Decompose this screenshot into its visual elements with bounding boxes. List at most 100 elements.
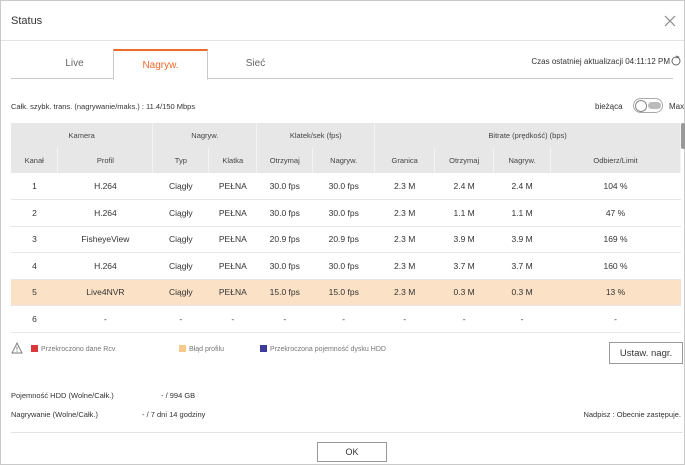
tab-live[interactable]: Live xyxy=(27,49,122,79)
col-limit: Granica xyxy=(374,148,436,173)
hdd-value: - / 994 GB xyxy=(161,391,196,400)
cell: 160 % xyxy=(550,252,681,280)
col-bitrate-record: Nagryw. xyxy=(493,148,552,173)
group-header-camera: Kamera xyxy=(11,123,154,148)
table-row[interactable]: 3 FisheyeView Ciągły PEŁNA 20.9 fps 20.9… xyxy=(11,226,681,253)
col-receive-limit: Odbierz/Limit xyxy=(550,148,681,173)
col-channel: Kanał xyxy=(11,148,59,173)
toggle-current-label: bieżąca xyxy=(595,102,623,111)
table-row-selected[interactable]: 5 Live4NVR Ciągły PEŁNA 15.0 fps 15.0 fp… xyxy=(11,279,681,306)
col-frame: Klatka xyxy=(208,148,258,173)
cell: - xyxy=(434,305,494,333)
cell: 30.0 fps xyxy=(312,252,375,280)
group-header-recording: Nagryw. xyxy=(152,123,258,148)
cell: 2.4 M xyxy=(493,173,551,200)
legend-label: Przekroczono dane Rcv xyxy=(41,346,116,353)
legend-label: Przekroczona pojemność dysku HDD xyxy=(270,346,386,353)
table-row[interactable]: 1 H.264 Ciągły PEŁNA 30.0 fps 30.0 fps 2… xyxy=(11,173,681,200)
cell: 30.0 fps xyxy=(312,173,375,200)
toggle-track xyxy=(648,102,661,109)
cell: FisheyeView xyxy=(57,226,153,253)
legend-item-profile-error: Błąd profilu xyxy=(179,345,224,353)
recording-capacity: Nagrywanie (Wolne/Całk.) - / 7 dni 14 go… xyxy=(11,410,205,419)
total-bitrate-text: Całk. szybk. trans. (nagrywanie/maks.) :… xyxy=(11,102,196,111)
warning-icon xyxy=(11,342,23,354)
cell: 2.3 M xyxy=(374,252,435,280)
col-fps-record: Nagryw. xyxy=(312,148,376,173)
close-icon[interactable] xyxy=(662,13,678,29)
cell: - xyxy=(312,305,375,333)
cell: 2.3 M xyxy=(374,279,435,306)
set-recording-button[interactable]: Ustaw. nagr. xyxy=(609,342,683,364)
cell: Live4NVR xyxy=(57,279,153,306)
current-max-toggle[interactable] xyxy=(633,98,663,113)
cell: Ciągły xyxy=(152,226,209,253)
cell: 2.3 M xyxy=(374,226,435,253)
legend-item-rcv-exceeded: Przekroczono dane Rcv xyxy=(31,345,115,353)
table-row[interactable]: 2 H.264 Ciągły PEŁNA 30.0 fps 30.0 fps 2… xyxy=(11,199,681,227)
table-row[interactable]: 6 - - - - - - - - - xyxy=(11,305,681,333)
cell: - xyxy=(374,305,435,333)
toggle-knob xyxy=(635,100,647,112)
table-scrollbar[interactable] xyxy=(681,123,685,149)
cell: - xyxy=(256,305,313,333)
cell: H.264 xyxy=(57,252,153,280)
cell: - xyxy=(493,305,551,333)
cell: 3 xyxy=(11,226,58,253)
table-row[interactable]: 4 H.264 Ciągły PEŁNA 30.0 fps 30.0 fps 2… xyxy=(11,252,681,280)
col-bitrate-receive: Otrzymaj xyxy=(434,148,495,173)
cell: 4 xyxy=(11,252,58,280)
group-header-fps: Klatek/sek (fps) xyxy=(256,123,376,148)
cell: 169 % xyxy=(550,226,681,253)
cell: 1.1 M xyxy=(434,199,494,227)
cell: 1.1 M xyxy=(493,199,551,227)
refresh-icon[interactable] xyxy=(670,55,682,67)
legend-item-hdd-exceeded: Przekroczona pojemność dysku HDD xyxy=(260,345,386,353)
toggle-max-label: Max xyxy=(669,102,685,111)
cell: 2.3 M xyxy=(374,173,435,200)
tab-network[interactable]: Sieć xyxy=(208,49,303,79)
overwrite-status: Nadpisz : Obecnie zastępuje. xyxy=(583,410,681,419)
cell: 2.4 M xyxy=(434,173,494,200)
col-type: Typ xyxy=(152,148,210,173)
cell: PEŁNA xyxy=(208,173,257,200)
cell: 13 % xyxy=(550,279,681,306)
cell: 1 xyxy=(11,173,58,200)
cell: 3.7 M xyxy=(434,252,494,280)
legend-label: Błąd profilu xyxy=(189,346,225,353)
title-bar: Status xyxy=(1,1,684,41)
cell: H.264 xyxy=(57,199,153,227)
recording-status-table: Kamera Nagryw. Klatek/sek (fps) Bitrate … xyxy=(11,123,681,333)
cell: 20.9 fps xyxy=(256,226,313,253)
cell: 3.7 M xyxy=(493,252,551,280)
cell: 2.3 M xyxy=(374,199,435,227)
blue-square-icon xyxy=(260,345,267,352)
hdd-label: Pojemność HDD (Wolne/Całk.) xyxy=(11,391,114,400)
tab-recording[interactable]: Nagryw. xyxy=(113,49,208,80)
hdd-capacity: Pojemność HDD (Wolne/Całk.) - / 994 GB xyxy=(11,391,195,400)
col-profile: Profil xyxy=(57,148,154,173)
status-dialog: Status Live Nagryw. Sieć Czas ostatniej … xyxy=(0,0,685,465)
cell: 3.9 M xyxy=(493,226,551,253)
footer-divider xyxy=(11,432,683,433)
cell: 15.0 fps xyxy=(256,279,313,306)
cell: H.264 xyxy=(57,173,153,200)
col-fps-receive: Otrzymaj xyxy=(256,148,314,173)
cell: PEŁNA xyxy=(208,226,257,253)
group-header-row: Kamera Nagryw. Klatek/sek (fps) Bitrate … xyxy=(11,123,681,148)
cell: 5 xyxy=(11,279,58,306)
peach-square-icon xyxy=(179,345,186,352)
cell: 3.9 M xyxy=(434,226,494,253)
cell: 30.0 fps xyxy=(256,199,313,227)
cell: 30.0 fps xyxy=(312,199,375,227)
column-header-row: Kanał Profil Typ Klatka Otrzymaj Nagryw.… xyxy=(11,148,681,173)
cell: - xyxy=(550,305,681,333)
cell: 0.3 M xyxy=(493,279,551,306)
recording-value: - / 7 dni 14 godziny xyxy=(142,410,206,419)
cell: 2 xyxy=(11,199,58,227)
cell: PEŁNA xyxy=(208,199,257,227)
dialog-title: Status xyxy=(11,15,43,27)
ok-button[interactable]: OK xyxy=(317,442,387,462)
cell: 104 % xyxy=(550,173,681,200)
cell: 6 xyxy=(11,305,58,333)
